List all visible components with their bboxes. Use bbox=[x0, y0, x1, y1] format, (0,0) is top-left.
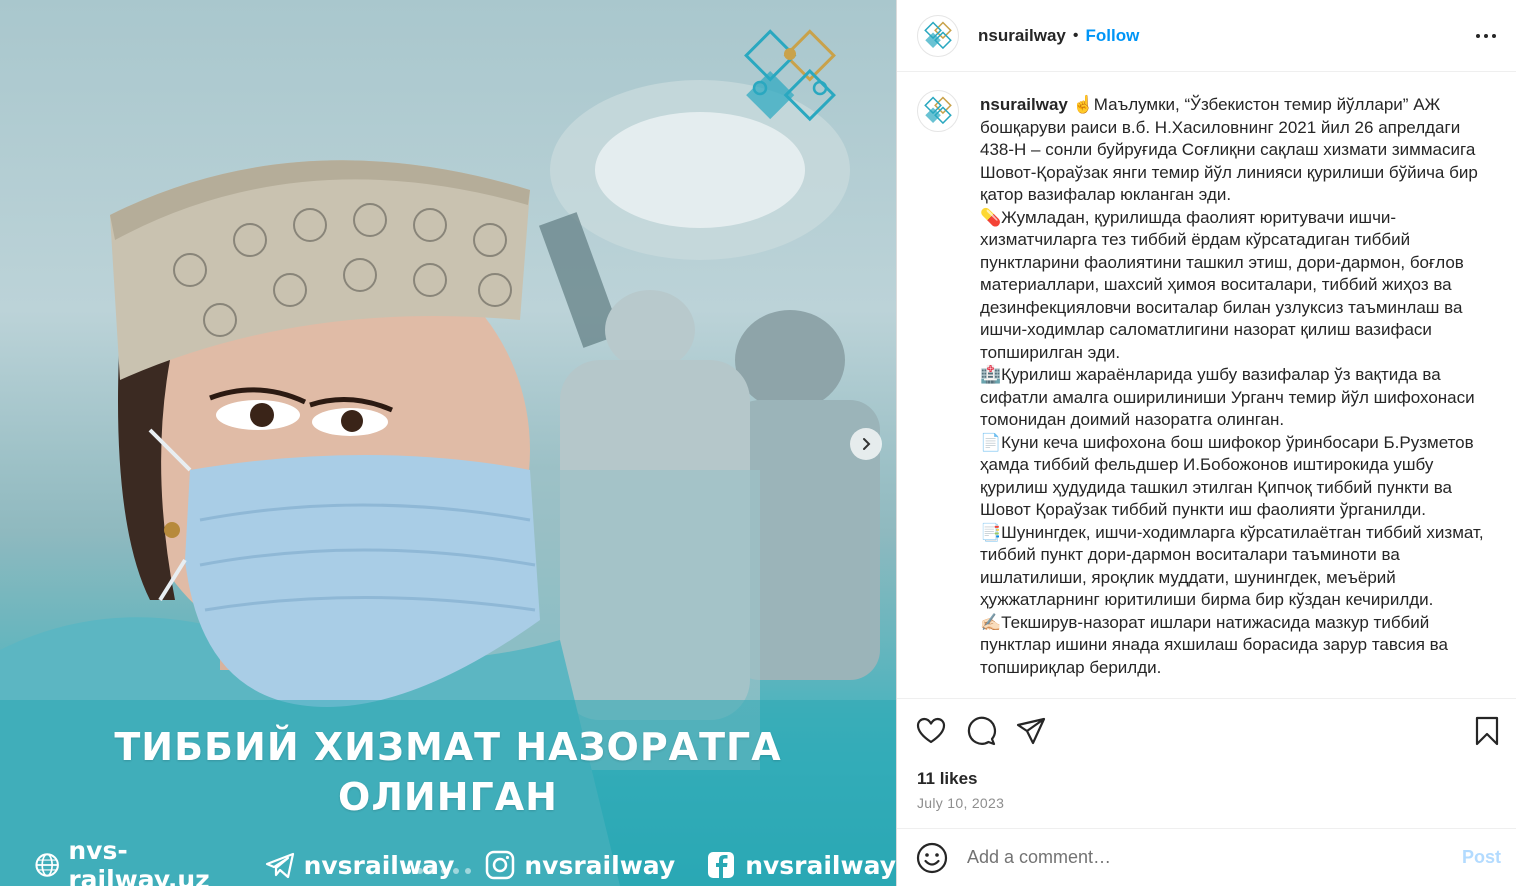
header-username[interactable]: nsurailway bbox=[978, 26, 1066, 46]
comment-icon[interactable] bbox=[965, 715, 997, 747]
globe-icon bbox=[35, 853, 59, 877]
website-label: nvs-railway.uz bbox=[68, 836, 210, 886]
facebook-icon bbox=[708, 852, 735, 878]
heart-icon[interactable] bbox=[915, 715, 947, 747]
social-links: nvs-railway.uz nvsrailway nvsrailway nvs… bbox=[34, 836, 896, 886]
caption-avatar[interactable] bbox=[917, 90, 959, 132]
post-actions: 11 likes July 10, 2023 bbox=[897, 698, 1516, 828]
chevron-right-icon bbox=[863, 438, 871, 450]
telegram-icon bbox=[265, 852, 294, 879]
caption-body: ☝Маълумки, “Ўзбекистон темир йўллари” АЖ… bbox=[980, 95, 1484, 677]
carousel-next-button[interactable] bbox=[850, 428, 882, 460]
caption-text: nsurailway ☝Маълумки, “Ўзбекистон темир … bbox=[980, 94, 1484, 679]
logo-emblem bbox=[744, 29, 836, 122]
caption-username[interactable]: nsurailway bbox=[980, 95, 1068, 114]
post-comment-button[interactable]: Post bbox=[1462, 847, 1501, 868]
comment-input[interactable] bbox=[967, 847, 1462, 868]
share-icon[interactable] bbox=[1015, 715, 1047, 747]
more-options-button[interactable] bbox=[1474, 26, 1498, 46]
add-comment-bar: Post bbox=[897, 828, 1516, 886]
more-dot-icon bbox=[1492, 34, 1496, 38]
comments-section[interactable]: nsurailway ☝Маълумки, “Ўзбекистон темир … bbox=[897, 72, 1516, 698]
follow-button[interactable]: Follow bbox=[1085, 26, 1139, 46]
header-separator: • bbox=[1072, 26, 1079, 44]
instagram-link: nvsrailway bbox=[484, 849, 675, 881]
carousel-dot bbox=[417, 868, 423, 874]
telegram-link: nvsrailway bbox=[264, 849, 455, 881]
facebook-link: nvsrailway bbox=[705, 849, 896, 881]
emoji-icon[interactable] bbox=[915, 841, 949, 875]
carousel-dot bbox=[441, 868, 447, 874]
bookmark-icon[interactable] bbox=[1471, 715, 1503, 747]
carousel-dot bbox=[405, 868, 411, 874]
image-headline-line1: ТИББИЙ ХИЗМАТ НАЗОРАТГА bbox=[114, 725, 782, 769]
more-dot-icon bbox=[1484, 34, 1488, 38]
profile-logo-icon bbox=[924, 21, 952, 49]
image-headline: ТИББИЙ ХИЗМАТ НАЗОРАТГА ОЛИНГАН bbox=[0, 722, 896, 822]
carousel-dot bbox=[429, 868, 435, 874]
carousel-dot bbox=[465, 868, 471, 874]
post-image[interactable]: ТИББИЙ ХИЗМАТ НАЗОРАТГА ОЛИНГАН nvs-rail… bbox=[0, 0, 896, 886]
carousel-indicator bbox=[405, 868, 471, 874]
more-dot-icon bbox=[1476, 34, 1480, 38]
website-link: nvs-railway.uz bbox=[34, 836, 234, 886]
post-date[interactable]: July 10, 2023 bbox=[917, 795, 1004, 811]
avatar[interactable] bbox=[917, 14, 959, 57]
profile-logo-icon bbox=[924, 96, 952, 125]
carousel-dot bbox=[453, 868, 459, 874]
image-headline-line2: ОЛИНГАН bbox=[338, 775, 558, 819]
facebook-label: nvsrailway bbox=[745, 850, 896, 880]
telegram-label: nvsrailway bbox=[303, 850, 455, 880]
post-panel: nsurailway • Follow nsurailway ☝Маълумки… bbox=[896, 0, 1516, 886]
instagram-icon bbox=[486, 850, 515, 880]
likes-count[interactable]: 11 likes bbox=[917, 769, 978, 789]
instagram-label: nvsrailway bbox=[524, 850, 676, 880]
post-header: nsurailway • Follow bbox=[897, 0, 1516, 72]
